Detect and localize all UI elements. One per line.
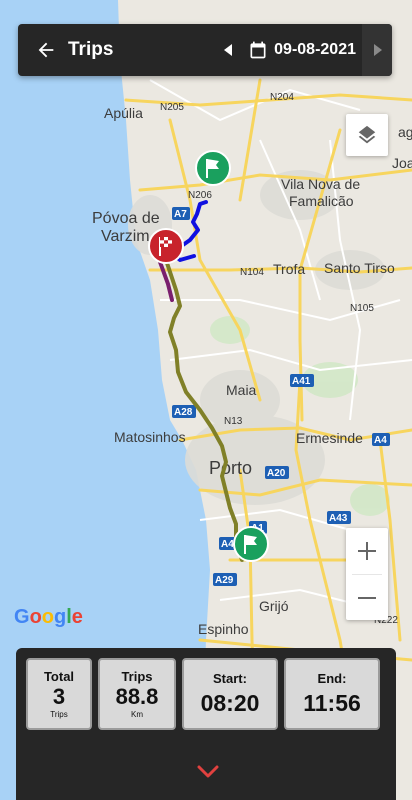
total-value: 3 — [52, 683, 66, 709]
svg-text:A28: A28 — [174, 407, 193, 418]
shield-a7: A7 — [172, 207, 190, 220]
total-trips-card: Total 3 Trips — [26, 658, 92, 730]
road-n204: N204 — [270, 92, 294, 103]
back-button[interactable] — [28, 24, 64, 76]
google-logo: Google — [14, 606, 83, 628]
shield-a29: A29 — [213, 573, 237, 586]
svg-text:A7: A7 — [174, 209, 187, 220]
zoom-out-button[interactable] — [346, 575, 388, 621]
date-picker-button[interactable]: 09-08-2021 — [248, 40, 356, 60]
end-label: End: — [317, 670, 347, 686]
shield-a28: A28 — [172, 405, 196, 418]
road-n13: N13 — [224, 416, 243, 427]
trips-label: Trips — [121, 668, 153, 684]
map-layers-button[interactable] — [346, 114, 388, 156]
road-n205: N205 — [160, 102, 184, 113]
shield-a43: A43 — [327, 511, 351, 524]
page-title: Trips — [68, 39, 114, 60]
shield-a20: A20 — [265, 466, 289, 479]
trips-value: 88.8 — [115, 683, 159, 709]
trips-unit: Km — [131, 709, 143, 719]
date-navigator: 09-08-2021 — [216, 24, 392, 76]
place-santo-tirso: Santo Tirso — [324, 260, 395, 276]
place-grijo: Grijó — [259, 598, 289, 614]
layers-icon — [358, 125, 376, 144]
start-value: 08:20 — [200, 689, 260, 716]
start-flag-marker-south[interactable] — [233, 526, 269, 562]
next-day-button[interactable] — [362, 24, 392, 76]
svg-text:A4: A4 — [221, 539, 234, 550]
minus-icon — [358, 597, 376, 599]
place-povoa-2: Varzim — [101, 228, 150, 245]
place-espinho: Espinho — [198, 621, 249, 637]
total-unit: Trips — [50, 709, 68, 719]
svg-text:A41: A41 — [292, 376, 311, 387]
zoom-controls — [346, 528, 388, 620]
trip-summary-panel: Total 3 Trips Trips 88.8 Km Start: 08:20… — [16, 648, 396, 800]
chevron-left-icon — [224, 44, 233, 56]
end-time-card: End: 11:56 — [284, 658, 380, 730]
svg-text:A43: A43 — [329, 513, 348, 524]
arrow-back-icon — [38, 42, 54, 58]
calendar-icon — [250, 41, 266, 59]
start-label: Start: — [213, 670, 247, 686]
selected-date: 09-08-2021 — [274, 41, 356, 58]
top-app-bar: Trips 09-08-2021 — [18, 24, 392, 76]
finish-flag-marker[interactable] — [148, 228, 184, 264]
zoom-in-button[interactable] — [346, 528, 388, 574]
place-matosinhos: Matosinhos — [114, 429, 186, 445]
place-apulia: Apúlia — [104, 105, 143, 121]
road-n206: N206 — [188, 190, 212, 201]
previous-day-button[interactable] — [216, 24, 242, 76]
place-joa: Joa — [392, 155, 412, 171]
shield-a41: A41 — [290, 374, 314, 387]
place-vila-nova-1: Vila Nova de — [281, 176, 360, 192]
road-n104: N104 — [240, 267, 264, 278]
place-porto: Porto — [209, 458, 252, 478]
svg-text:A20: A20 — [267, 468, 286, 479]
place-maia: Maia — [226, 382, 257, 398]
collapse-panel-button[interactable] — [194, 758, 222, 786]
place-vila-nova-2: Famalicão — [289, 193, 354, 209]
shield-a4: A4 — [372, 433, 390, 446]
chevron-down-icon — [197, 765, 219, 778]
total-label: Total — [43, 668, 75, 684]
trips-distance-card: Trips 88.8 Km — [98, 658, 176, 730]
place-ermesinde: Ermesinde — [296, 430, 363, 446]
svg-text:A4: A4 — [374, 435, 387, 446]
start-time-card: Start: 08:20 — [182, 658, 278, 730]
svg-text:A29: A29 — [215, 575, 234, 586]
place-trofa: Trofa — [273, 261, 305, 277]
road-n105: N105 — [350, 303, 374, 314]
place-ag: ag — [398, 124, 412, 140]
end-value: 11:56 — [303, 689, 361, 716]
chevron-right-icon — [374, 44, 382, 56]
start-flag-marker-north[interactable] — [195, 150, 231, 186]
plus-icon — [358, 542, 376, 560]
place-povoa-1: Póvoa de — [92, 210, 160, 227]
stats-cards: Total 3 Trips Trips 88.8 Km Start: 08:20… — [26, 658, 380, 730]
